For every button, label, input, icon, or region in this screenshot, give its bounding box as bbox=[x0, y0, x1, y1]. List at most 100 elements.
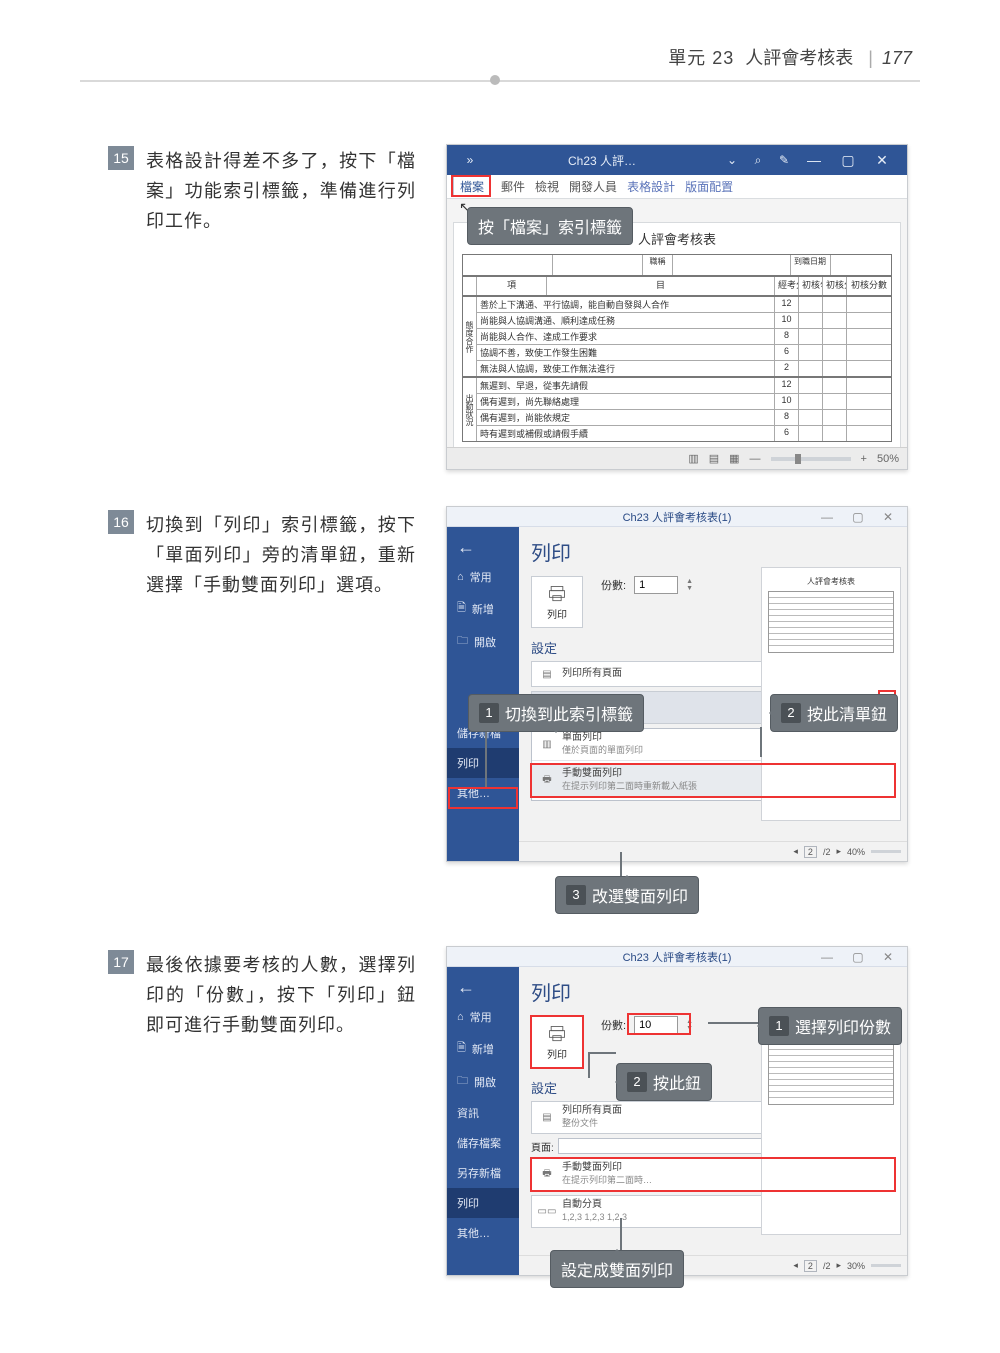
printer-icon bbox=[547, 584, 567, 604]
callout-text: 設定成雙面列印 bbox=[561, 1257, 673, 1281]
dropdown-icon[interactable]: ⌄ bbox=[719, 153, 745, 167]
pages-label: 頁面: bbox=[531, 1139, 554, 1154]
setting-subtitle: 整份文件 bbox=[562, 1118, 598, 1128]
nav-more[interactable]: 其他… bbox=[447, 1218, 519, 1248]
connector-line bbox=[485, 727, 487, 787]
maximize-button[interactable]: ▢ bbox=[831, 152, 865, 169]
page-current[interactable]: 2 bbox=[804, 846, 817, 858]
step-17-badge: 17 bbox=[108, 950, 134, 974]
prev-page-button[interactable]: ◂ bbox=[793, 846, 798, 857]
window-title: Ch23 人評會考核表(1) bbox=[623, 949, 732, 965]
view-icon[interactable]: ▤ bbox=[709, 452, 719, 465]
zoom-slider[interactable] bbox=[871, 850, 901, 853]
cell bbox=[847, 313, 891, 328]
print-button[interactable]: 列印 bbox=[531, 576, 583, 628]
setting-title: 手動雙面列印 bbox=[562, 1162, 622, 1173]
copies-input[interactable] bbox=[634, 1016, 678, 1034]
nav-label: 列印 bbox=[457, 755, 479, 771]
col-head: 初核分數 bbox=[847, 277, 891, 295]
nav-open[interactable]: 🗀開啟 bbox=[447, 625, 519, 658]
search-icon[interactable]: ⌕ bbox=[745, 153, 771, 168]
nav-save-as[interactable]: 另存新檔 bbox=[447, 1158, 519, 1188]
callout-press-button: 2 按此鈕 bbox=[616, 1063, 712, 1101]
nav-print[interactable]: 列印 bbox=[447, 1188, 519, 1218]
callout-num: 3 bbox=[566, 885, 586, 905]
copies-input[interactable] bbox=[634, 576, 678, 594]
header-dot bbox=[490, 75, 500, 85]
printer-icon: 🖶 bbox=[538, 1166, 556, 1184]
tab-mail[interactable]: 郵件 bbox=[501, 178, 525, 195]
zoom-in-button[interactable]: + bbox=[861, 453, 867, 465]
cell-score: 12 bbox=[775, 297, 799, 312]
nav-open[interactable]: 🗀開啟 bbox=[447, 1065, 519, 1098]
print-button[interactable]: 列印 bbox=[531, 1016, 583, 1068]
tab-view[interactable]: 檢視 bbox=[535, 178, 559, 195]
page-title: 列印 bbox=[531, 537, 895, 566]
nav-home[interactable]: ⌂常用 bbox=[447, 562, 519, 592]
cell-text: 善於上下溝通、平行協調，能自動自發與人合作 bbox=[477, 297, 775, 312]
cell bbox=[823, 378, 847, 393]
step-16-badge: 16 bbox=[108, 510, 134, 534]
wand-icon[interactable]: ✎ bbox=[771, 153, 797, 167]
page-total: /2 bbox=[823, 847, 831, 857]
header-page-number: 177 bbox=[882, 48, 912, 68]
nav-label: 新增 bbox=[472, 601, 494, 617]
window-buttons[interactable]: — ▢ ✕ bbox=[821, 950, 901, 964]
back-button[interactable]: ← bbox=[447, 973, 519, 1002]
nav-home[interactable]: ⌂常用 bbox=[447, 1002, 519, 1032]
nav-save[interactable]: 儲存檔案 bbox=[447, 1128, 519, 1158]
zoom-slider[interactable] bbox=[771, 457, 851, 461]
cell bbox=[823, 426, 847, 441]
nav-more[interactable]: 其他… bbox=[447, 778, 519, 808]
nav-new[interactable]: 🗎新增 bbox=[447, 592, 519, 625]
step-16-text: 切換到「列印」索引標籤，按下「單面列印」旁的清單鈕，重新選擇「手動雙面列印」選項… bbox=[146, 510, 416, 600]
close-button[interactable]: ✕ bbox=[865, 152, 899, 169]
zoom-level: 50% bbox=[877, 453, 899, 465]
copies-stepper[interactable]: ▲▼ bbox=[686, 1018, 693, 1032]
window-buttons[interactable]: — ▢ ✕ bbox=[821, 510, 901, 524]
nav-info[interactable]: 資訊 bbox=[447, 1098, 519, 1128]
back-button[interactable]: ← bbox=[447, 533, 519, 562]
zoom-slider[interactable] bbox=[871, 1264, 901, 1267]
prev-page-button[interactable]: ◂ bbox=[793, 1260, 798, 1271]
callout-file-tab: 按「檔案」索引標籤 bbox=[467, 207, 633, 245]
next-page-button[interactable]: ▸ bbox=[836, 1260, 841, 1271]
print-button-label: 列印 bbox=[547, 606, 567, 621]
callout-text: 按「檔案」索引標籤 bbox=[478, 214, 622, 238]
connector-line bbox=[588, 1052, 616, 1054]
cell bbox=[823, 394, 847, 409]
table-group: 態度合作 善於上下溝通、平行協調，能自動自發與人合作12尚能與人協調溝通、順利達… bbox=[462, 296, 892, 377]
connector-line bbox=[760, 727, 762, 757]
copies-stepper[interactable]: ▲▼ bbox=[686, 578, 693, 592]
tab-file[interactable]: 檔案 bbox=[453, 176, 491, 197]
nav-label: 開啟 bbox=[474, 634, 496, 650]
table-row: 偶有遲到，尚能依規定8 bbox=[477, 410, 891, 426]
option-subtitle: 在提示列印第二面時重新載入紙張 bbox=[562, 781, 697, 791]
cell bbox=[847, 345, 891, 360]
tab-dev[interactable]: 開發人員 bbox=[569, 178, 617, 195]
nav-label: 常用 bbox=[470, 569, 492, 585]
nav-new[interactable]: 🗎新增 bbox=[447, 1032, 519, 1065]
step-15-badge: 15 bbox=[108, 146, 134, 170]
home-icon: ⌂ bbox=[457, 1011, 464, 1023]
table-head: 到職日期 bbox=[791, 255, 831, 275]
callout-text: 按此清單鈕 bbox=[807, 701, 887, 725]
callout-num: 2 bbox=[627, 1072, 647, 1092]
tab-table-design[interactable]: 表格設計 bbox=[627, 178, 675, 195]
preview-zoom: 30% bbox=[847, 1261, 865, 1271]
cell bbox=[847, 297, 891, 312]
minimize-button[interactable]: — bbox=[797, 152, 831, 168]
cell bbox=[847, 361, 891, 376]
nav-print[interactable]: 列印 bbox=[447, 748, 519, 778]
next-page-button[interactable]: ▸ bbox=[836, 846, 841, 857]
page-current[interactable]: 2 bbox=[804, 1260, 817, 1272]
view-icon[interactable]: ▦ bbox=[729, 452, 739, 465]
tab-layout[interactable]: 版面配置 bbox=[685, 178, 733, 195]
zoom-out-button[interactable]: — bbox=[750, 453, 761, 465]
table-group: 出勤狀況 無遲到、早退，從事先請假12偶有遲到，尚先聯絡處理10偶有遲到，尚能依… bbox=[462, 377, 892, 442]
document-area: 人評會考核表 職稱 到職日期 項 目 經考分數 初核勾選 初核分數 初核分數 態… bbox=[453, 222, 901, 462]
cell-text: 偶有遲到，尚先聯絡處理 bbox=[477, 394, 775, 409]
table-row: 偶有遲到，尚先聯絡處理10 bbox=[477, 394, 891, 410]
view-icon[interactable]: ▥ bbox=[688, 452, 698, 465]
callout-num: 2 bbox=[781, 703, 801, 723]
